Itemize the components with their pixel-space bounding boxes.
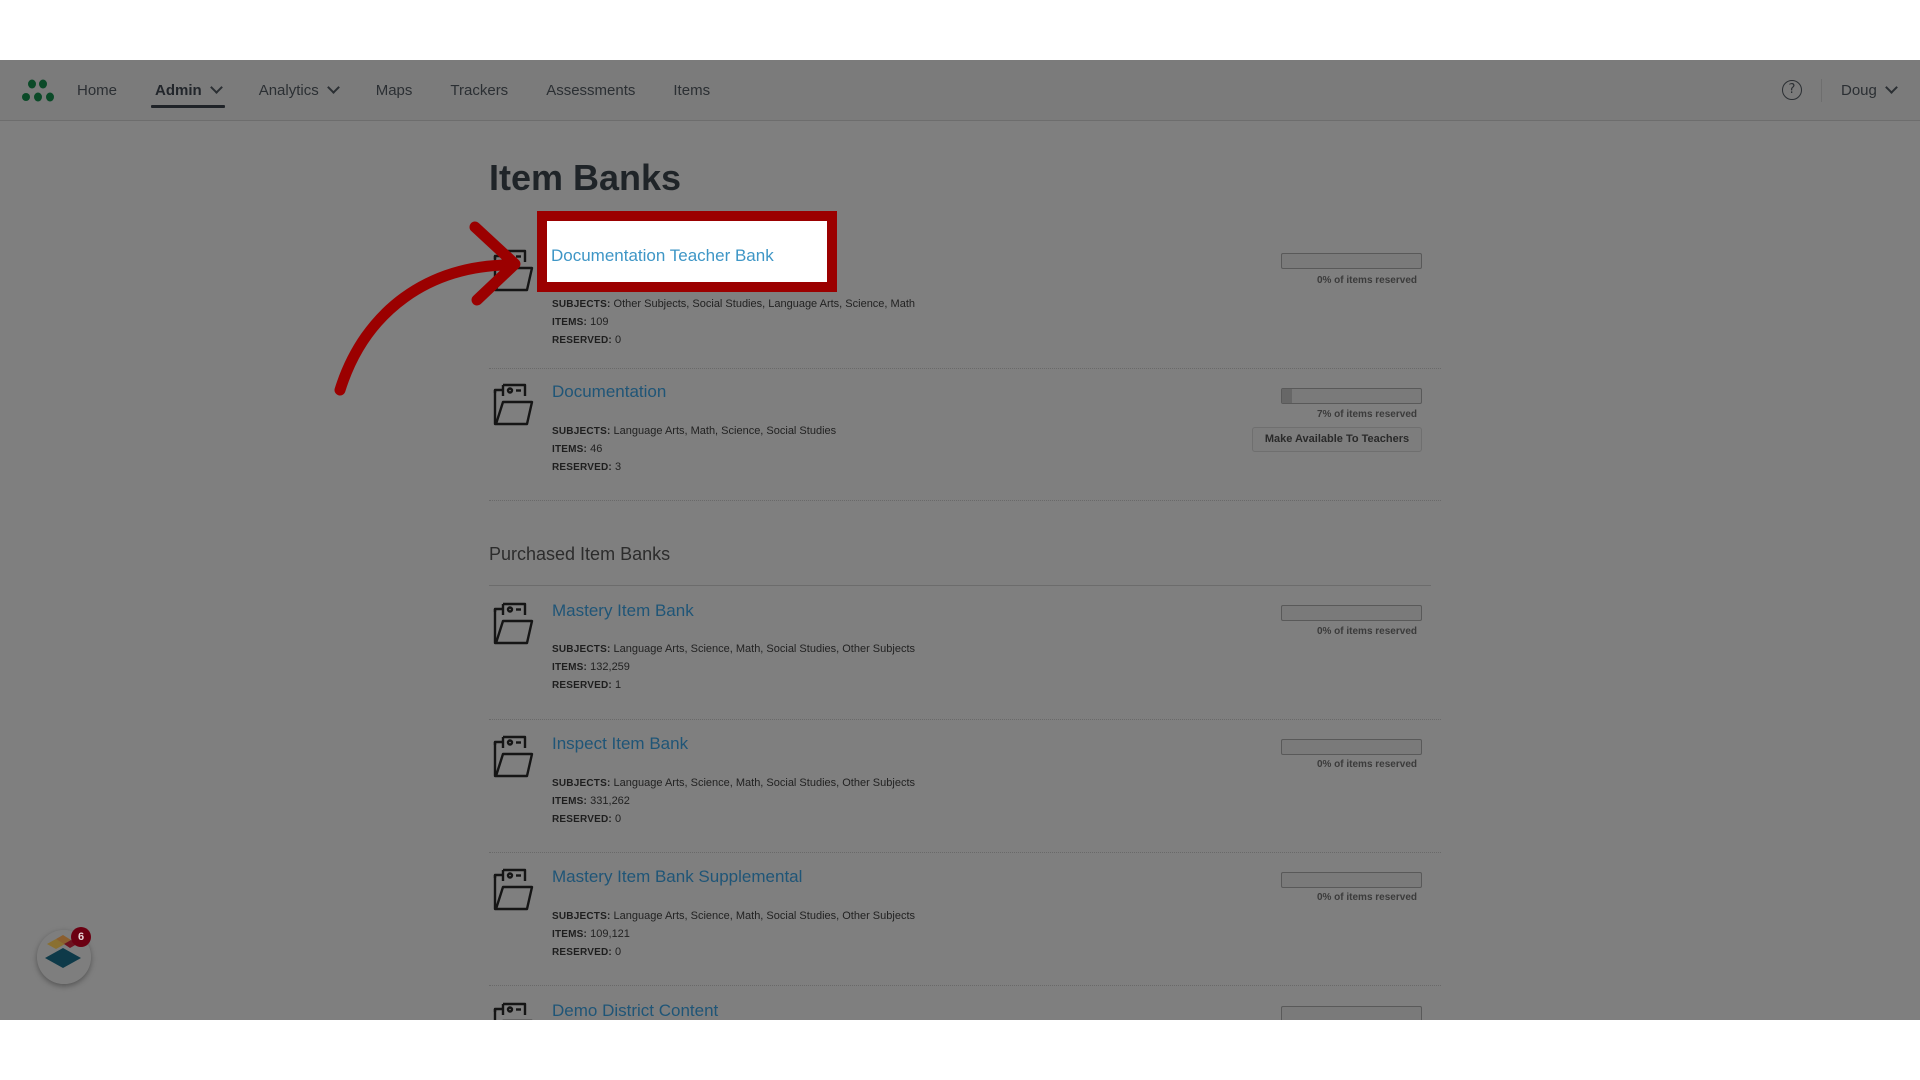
item-bank-row: Demo District Content (489, 1001, 1441, 1020)
user-menu[interactable]: Doug (1841, 60, 1898, 120)
item-bank-link[interactable]: Mastery Item Bank Supplemental (552, 867, 802, 887)
help-icon[interactable]: ? (1782, 80, 1802, 100)
app-logo-icon[interactable] (22, 78, 58, 104)
bank-items: ITEMS: 46 (552, 443, 603, 455)
item-bank-row: Mastery Item Bank Supplemental SUBJECTS:… (489, 867, 1441, 997)
item-bank-link[interactable]: Inspect Item Bank (552, 734, 688, 754)
item-bank-row: Mastery Item Bank SUBJECTS: Language Art… (489, 601, 1441, 731)
bank-subjects: SUBJECTS: Other Subjects, Social Studies… (552, 298, 915, 310)
nav-maps-label: Maps (375, 81, 413, 99)
reserved-progress-bar (1281, 253, 1422, 269)
nav-admin-label: Admin (155, 81, 202, 99)
reserved-progress-bar (1281, 388, 1422, 404)
nav-analytics[interactable]: Analytics (258, 60, 340, 120)
bank-reserved: RESERVED: 3 (552, 461, 622, 473)
nav-home-label: Home (77, 81, 118, 99)
bank-items: ITEMS: 109 (552, 316, 609, 328)
bank-subjects: SUBJECTS: Language Arts, Science, Math, … (552, 910, 915, 922)
user-name: Doug (1841, 81, 1877, 99)
nav-home[interactable]: Home (77, 60, 117, 120)
item-bank-link[interactable]: Documentation (552, 382, 666, 402)
bank-reserved: RESERVED: 0 (552, 946, 622, 958)
app-viewport: Home Admin Analytics Maps Trackers Asses… (0, 60, 1920, 1020)
reserved-progress-bar (1281, 1006, 1422, 1020)
make-available-to-teachers-button[interactable]: Make Available To Teachers (1252, 427, 1422, 452)
reserved-percent-label: 0% of items reserved (1316, 275, 1417, 286)
chevron-down-icon (326, 81, 340, 94)
section-title-purchased: Purchased Item Banks (489, 544, 671, 564)
nav-trackers[interactable]: Trackers (450, 60, 508, 120)
item-bank-folder-icon (493, 735, 534, 778)
item-bank-link[interactable]: Mastery Item Bank (552, 601, 694, 621)
section-divider (489, 585, 1431, 586)
header-separator (1821, 79, 1822, 102)
bank-items: ITEMS: 109,121 (552, 928, 630, 940)
bank-items: ITEMS: 331,262 (552, 795, 630, 807)
bank-reserved: RESERVED: 0 (552, 334, 622, 346)
item-bank-link-highlighted[interactable]: Documentation Teacher Bank (551, 246, 774, 266)
page-title: Item Banks (489, 157, 682, 198)
reserved-percent-label: 7% of items reserved (1316, 409, 1417, 420)
chevron-down-icon (1884, 81, 1898, 94)
bank-items: ITEMS: 132,259 (552, 661, 630, 673)
reserved-progress-bar (1281, 872, 1422, 888)
nav-items[interactable]: Items (673, 60, 710, 120)
highlight-annotation-box: Documentation Teacher Bank (537, 211, 837, 292)
reserved-percent-label: 0% of items reserved (1316, 626, 1417, 637)
annotation-arrow-icon (334, 221, 521, 396)
bank-subjects: SUBJECTS: Language Arts, Math, Science, … (552, 425, 837, 437)
bank-reserved: RESERVED: 1 (552, 679, 622, 691)
row-divider (489, 719, 1441, 720)
main-nav: Home Admin Analytics Maps Trackers Asses… (77, 60, 748, 120)
reserved-progress-bar (1281, 605, 1422, 621)
reserved-percent-label: 0% of items reserved (1316, 759, 1417, 770)
row-divider (489, 500, 1441, 501)
bank-reserved: RESERVED: 0 (552, 813, 622, 825)
item-bank-folder-icon (493, 1002, 533, 1020)
top-white-band (0, 0, 1920, 60)
item-bank-link[interactable]: Demo District Content (552, 1001, 718, 1020)
bottom-white-band (0, 1020, 1920, 1080)
reserved-percent-label: 0% of items reserved (1316, 892, 1417, 903)
bank-subjects: SUBJECTS: Language Arts, Science, Math, … (552, 643, 915, 655)
row-divider (489, 852, 1441, 853)
item-bank-folder-icon (493, 868, 534, 911)
nav-items-label: Items (673, 81, 711, 99)
item-bank-folder-icon (493, 602, 534, 645)
progress-fill (1282, 389, 1292, 403)
bank-subjects: SUBJECTS: Language Arts, Science, Math, … (552, 777, 915, 789)
row-divider (489, 368, 1441, 369)
nav-assessments[interactable]: Assessments (546, 60, 635, 120)
reserved-progress-bar (1281, 739, 1422, 755)
nav-analytics-label: Analytics (258, 81, 319, 99)
nav-admin[interactable]: Admin (151, 60, 225, 120)
nav-maps[interactable]: Maps (376, 60, 413, 120)
chevron-down-icon (209, 81, 223, 94)
nav-assessments-label: Assessments (546, 81, 636, 99)
item-bank-row: Documentation SUBJECTS: Language Arts, M… (489, 382, 1441, 532)
row-divider (489, 985, 1441, 986)
item-bank-row: Inspect Item Bank SUBJECTS: Language Art… (489, 734, 1441, 864)
nav-trackers-label: Trackers (450, 81, 509, 99)
notification-badge: 6 (71, 927, 91, 947)
top-nav-bar: Home Admin Analytics Maps Trackers Asses… (0, 60, 1920, 121)
